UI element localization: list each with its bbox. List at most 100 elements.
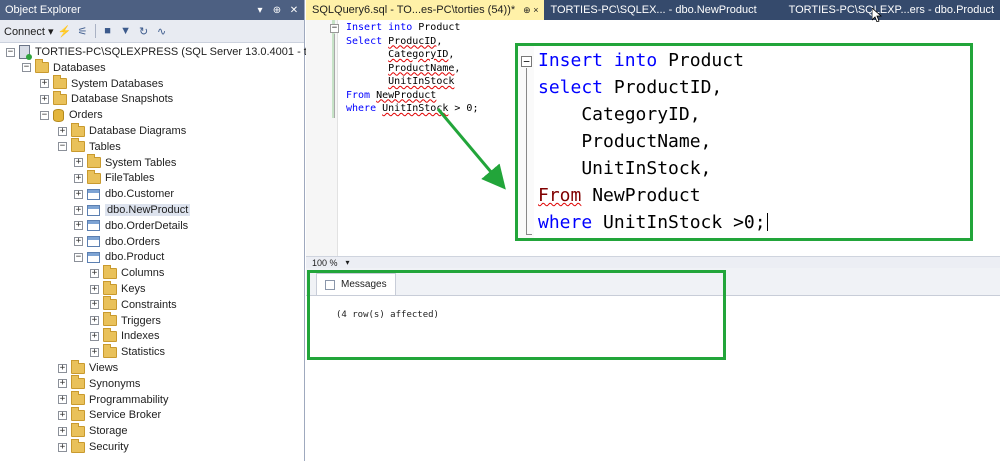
code-line: Select ProducID, xyxy=(346,36,442,48)
expand-icon[interactable]: + xyxy=(58,395,67,405)
tree-node-label: Service Broker xyxy=(89,409,162,422)
tree-node[interactable]: + Statistics xyxy=(90,343,165,360)
sql-keyword: where xyxy=(346,103,377,114)
tab-newproduct[interactable]: TORTIES-PC\SQLEX... - dbo.NewProduct xyxy=(544,0,762,20)
tab-label: TORTIES-PC\SQLEXP...ers - dbo.Product xyxy=(788,4,994,16)
pin-icon[interactable]: ⊕ xyxy=(270,5,284,16)
code-line: Insert into Product xyxy=(346,22,460,34)
tree-node[interactable]: + System Tables xyxy=(74,154,176,171)
collapse-icon[interactable]: − xyxy=(330,24,339,33)
zoomed-code-callout: − Insert into Product select ProductID, C… xyxy=(515,43,973,241)
stop-icon[interactable]: ■ xyxy=(101,24,115,38)
code-token: UnitInStock, xyxy=(538,158,712,179)
tab-pin-close-icon[interactable]: ⊕ × xyxy=(523,5,538,16)
tree-node[interactable]: + dbo.Customer xyxy=(74,186,174,202)
pin-icon[interactable]: ▾ xyxy=(253,5,267,16)
folder-icon xyxy=(71,138,85,153)
table-icon xyxy=(87,204,100,216)
disconnect-icon[interactable]: ⚟ xyxy=(76,24,90,38)
code-token: CategoryID xyxy=(388,49,449,60)
expand-icon[interactable]: + xyxy=(58,442,67,452)
code-token: ProducID xyxy=(388,35,437,47)
expand-icon[interactable]: + xyxy=(40,94,49,104)
code-token: From xyxy=(538,185,582,206)
tree-node[interactable]: + Service Broker xyxy=(58,406,162,423)
expand-icon[interactable]: + xyxy=(74,189,83,199)
tree-node[interactable]: + Triggers xyxy=(90,312,161,329)
code-line: select ProductID, xyxy=(538,77,722,99)
connect-icon[interactable]: ⚡ xyxy=(58,24,72,38)
tree-node[interactable]: + System Databases xyxy=(40,75,163,92)
folder-icon xyxy=(71,391,85,406)
expand-icon[interactable]: + xyxy=(40,79,49,89)
tree-node[interactable]: − Databases xyxy=(22,59,106,76)
expand-icon[interactable]: + xyxy=(90,300,99,310)
expand-icon[interactable]: + xyxy=(90,284,99,294)
expand-icon[interactable]: + xyxy=(74,173,83,183)
tree-node[interactable]: + dbo.NewProduct xyxy=(74,202,191,218)
expand-icon[interactable]: + xyxy=(90,316,99,326)
expand-icon[interactable]: + xyxy=(74,237,83,247)
tree-node[interactable]: + Storage xyxy=(58,422,128,439)
expand-icon[interactable]: + xyxy=(74,221,83,231)
expand-icon[interactable]: + xyxy=(58,410,67,420)
sql-keyword: Insert xyxy=(538,50,604,71)
zoom-dropdown-icon[interactable]: ▾ xyxy=(346,258,350,267)
expand-icon[interactable]: + xyxy=(58,363,67,373)
filter-icon[interactable]: ▼ xyxy=(119,24,133,38)
tree-node-label: dbo.Customer xyxy=(105,188,175,201)
collapse-icon[interactable]: − xyxy=(22,63,31,73)
tree-node[interactable]: + Security xyxy=(58,438,129,455)
expand-icon[interactable]: + xyxy=(58,379,67,389)
tree-node-label: FileTables xyxy=(105,172,155,185)
tree-node[interactable]: + dbo.OrderDetails xyxy=(74,218,188,234)
tree-node[interactable]: − Tables xyxy=(58,138,121,155)
collapse-icon[interactable]: − xyxy=(40,110,49,120)
activity-icon[interactable]: ∿ xyxy=(155,24,169,38)
tree-node[interactable]: + Indexes xyxy=(90,327,160,344)
expand-icon[interactable]: + xyxy=(58,126,67,136)
tree-node[interactable]: − dbo.Product xyxy=(74,249,164,265)
expand-icon[interactable]: + xyxy=(58,426,67,436)
refresh-icon[interactable]: ↻ xyxy=(137,24,151,38)
tree-node-label: Columns xyxy=(121,267,165,280)
collapse-icon[interactable]: − xyxy=(6,47,15,57)
expand-icon[interactable]: + xyxy=(90,347,99,357)
tree-node[interactable]: − TORTIES-PC\SQLEXPRESS (SQL Server 13.0.… xyxy=(6,44,328,60)
close-icon[interactable]: ✕ xyxy=(287,5,301,16)
tree-node[interactable]: + dbo.Orders xyxy=(74,234,160,250)
tree-node[interactable]: − Orders xyxy=(40,107,103,123)
tree-node[interactable]: + Synonyms xyxy=(58,375,140,392)
expand-icon[interactable]: + xyxy=(90,331,99,341)
folder-icon xyxy=(103,327,117,342)
tab-sqlquery6[interactable]: SQLQuery6.sql - TO...es-PC\torties (54))… xyxy=(306,0,545,20)
collapse-icon[interactable]: − xyxy=(74,252,83,262)
folder-icon xyxy=(35,59,49,74)
tab-product[interactable]: TORTIES-PC\SQLEXP...ers - dbo.Product xyxy=(783,0,1000,20)
expand-icon[interactable]: + xyxy=(74,158,83,168)
tree-node[interactable]: + Keys xyxy=(90,280,145,297)
zoom-level[interactable]: 100 % xyxy=(312,258,338,268)
object-explorer-panel: Object Explorer ▾ ⊕ ✕ Connect ▾ ⚡ ⚟ ■ ▼ … xyxy=(0,0,328,461)
tree-node-label: Storage xyxy=(89,425,128,438)
tree-node-label: Database Snapshots xyxy=(71,93,174,106)
tree-node-label: dbo.Product xyxy=(105,251,165,264)
tree-node[interactable]: + Database Snapshots xyxy=(40,90,174,107)
callout-arrow-icon xyxy=(436,108,506,190)
tree-node[interactable]: + Database Diagrams xyxy=(58,122,186,139)
tree-node-label: Security xyxy=(89,441,129,453)
tree-node[interactable]: + Columns xyxy=(90,264,165,281)
tree-node[interactable]: + Constraints xyxy=(90,296,177,313)
code-token: , xyxy=(436,35,443,47)
expand-icon[interactable]: + xyxy=(74,205,83,215)
connect-button[interactable]: Connect ▾ xyxy=(4,25,54,38)
collapse-icon[interactable]: − xyxy=(58,142,67,152)
sql-keyword: select xyxy=(538,77,604,98)
tree-node[interactable]: + Views xyxy=(58,359,118,376)
tree-node[interactable]: + Programmability xyxy=(58,391,168,408)
expand-icon[interactable]: + xyxy=(90,268,99,278)
document-tabs: SQLQuery6.sql - TO...es-PC\torties (54))… xyxy=(306,0,1000,20)
messages-callout xyxy=(307,270,726,360)
tree-node[interactable]: + FileTables xyxy=(74,169,155,186)
